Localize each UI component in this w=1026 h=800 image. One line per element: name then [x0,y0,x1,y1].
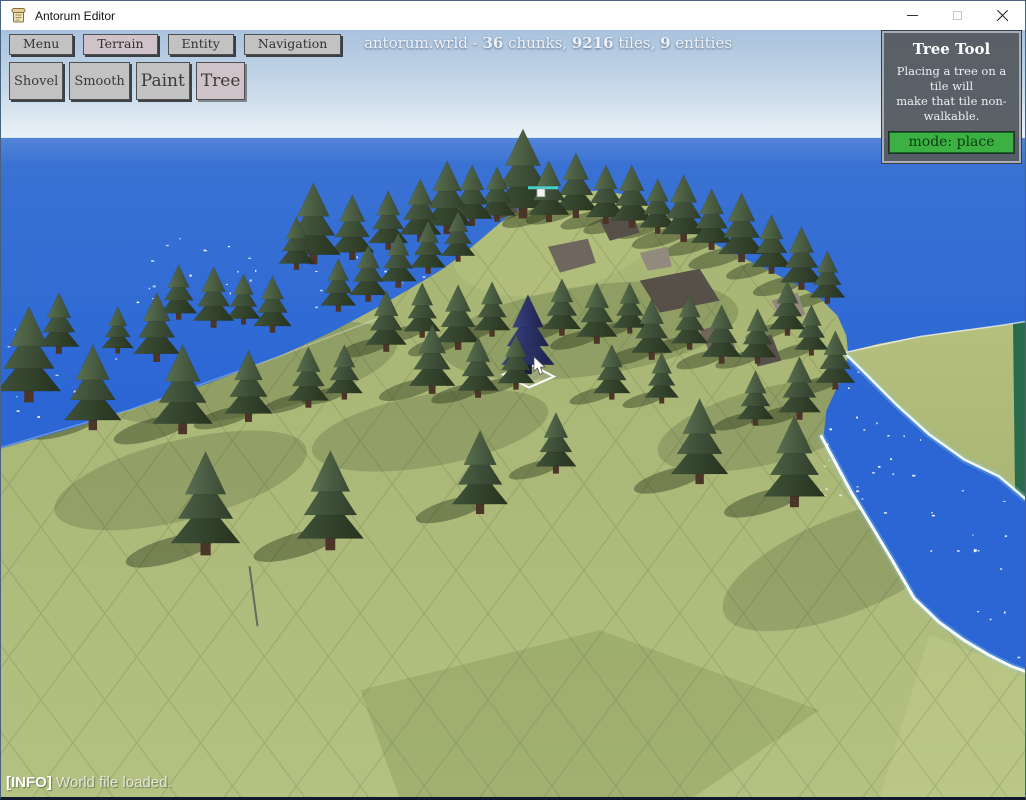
tab-menu[interactable]: Menu [9,34,73,55]
tree-tool-description-line2: make that tile non-walkable. [888,94,1015,124]
world-stat-value: 9 [660,34,670,52]
world-stat-label: entities [671,34,733,52]
close-icon [996,9,1009,22]
tool-button-tree[interactable]: Tree [196,62,246,100]
app-icon [10,7,27,24]
maximize-button[interactable] [935,1,980,30]
maximize-icon [953,11,962,20]
status-text: World file loaded. [52,774,172,791]
tab-entity[interactable]: Entity [168,34,234,55]
tree-tool-title: Tree Tool [888,40,1015,58]
terrain-tools-toolbar: ShovelSmoothPaintTree [9,62,251,100]
window-controls [890,1,1025,30]
world-stat-value: 36 [482,34,503,52]
tool-button-shovel[interactable]: Shovel [9,62,63,100]
status-bar: [INFO] World file loaded. [6,774,172,791]
far-forest-strip [1013,322,1025,499]
window-title: Antorum Editor [35,9,115,23]
tree-tool-description-line1: Placing a tree on a tile will [888,64,1015,94]
main-toolbar: Menu Terrain Entity Navigation [9,34,351,55]
app-window: Antorum Editor Menu Terrain Entity Navigati… [0,0,1026,800]
world-stat-label: chunks, [503,34,571,52]
world-status-text: antorum.wrld - 36 chunks, 9216 tiles, 9 … [364,34,732,52]
tab-terrain[interactable]: Terrain [83,34,157,55]
scene-canvas[interactable] [1,30,1025,797]
mode-place-button[interactable]: mode: place [889,132,1014,153]
world-stat-label: tiles, [614,34,661,52]
tree-tool-panel: Tree Tool Placing a tree on a tile will … [882,31,1021,163]
tree-tool-description: Placing a tree on a tile will make that … [888,64,1015,124]
status-tag: [INFO] [6,774,52,791]
tool-button-smooth[interactable]: Smooth [69,62,129,100]
tab-navigation[interactable]: Navigation [244,34,342,55]
minimize-icon [907,15,918,16]
minimize-button[interactable] [890,1,935,30]
title-bar: Antorum Editor [1,1,1025,30]
tool-button-paint[interactable]: Paint [136,62,190,100]
3d-viewport[interactable]: Menu Terrain Entity Navigation ShovelSmooth… [1,30,1025,797]
close-button[interactable] [980,1,1025,30]
world-stat-label: antorum.wrld - [364,34,483,52]
world-stat-value: 9216 [572,34,614,52]
